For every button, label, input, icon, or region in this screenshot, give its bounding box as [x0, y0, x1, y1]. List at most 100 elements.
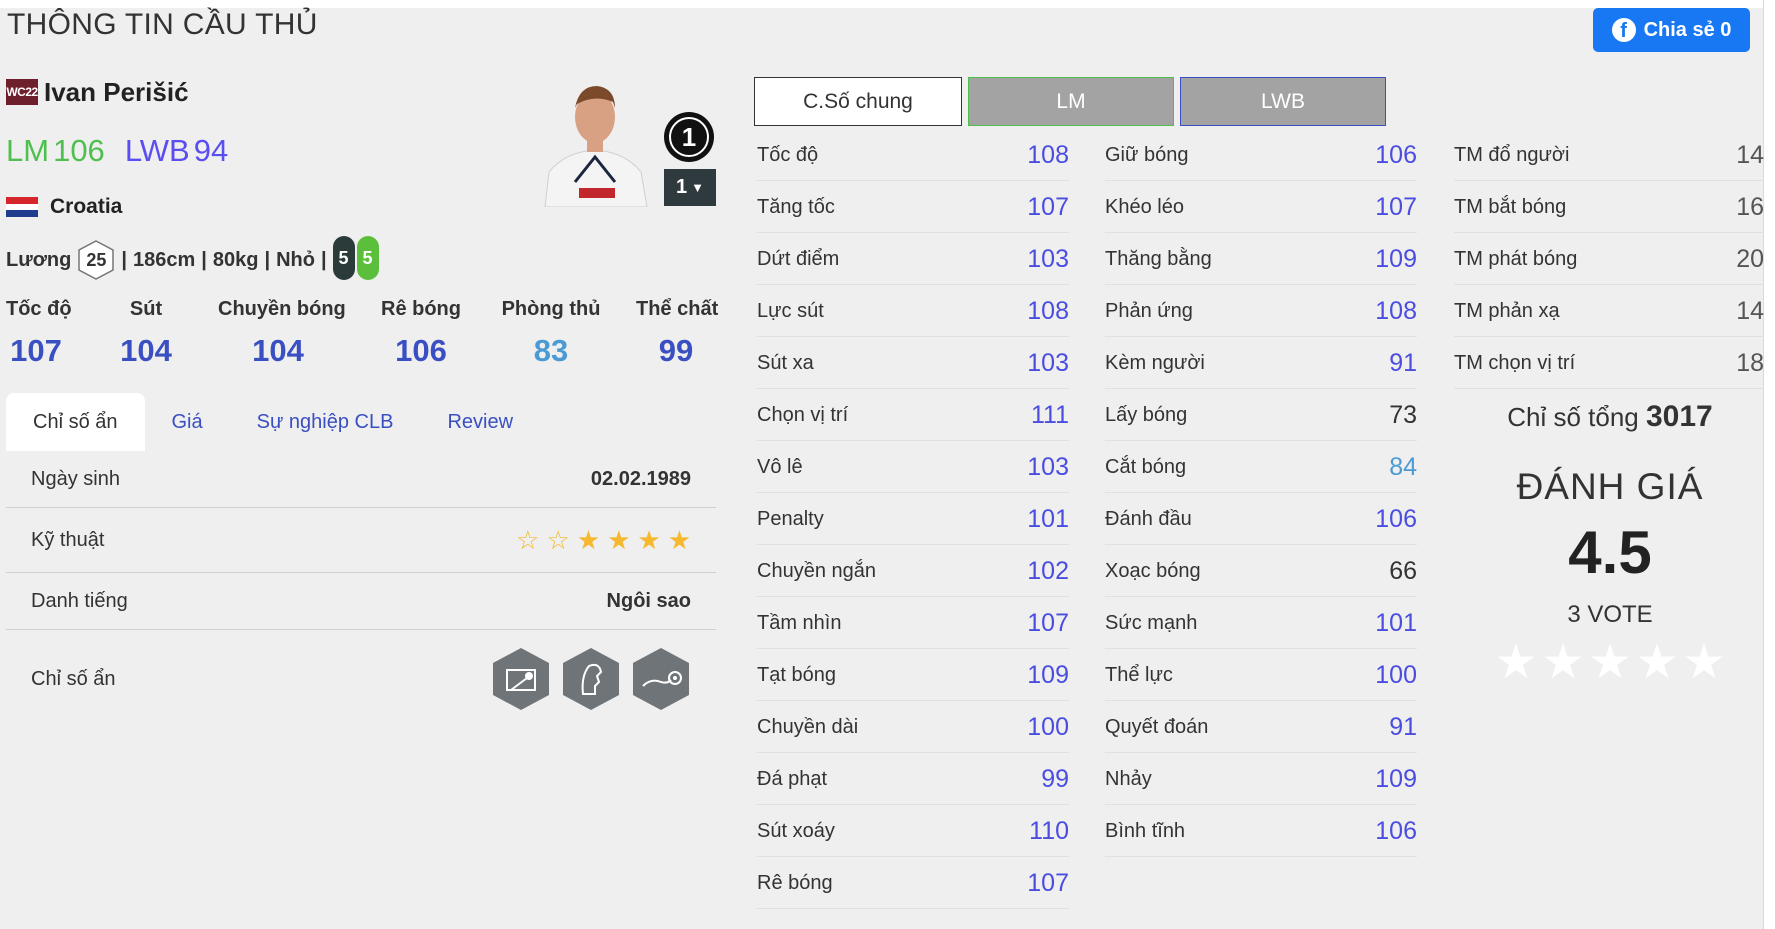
- info-row-hidden: Chỉ số ẩn: [6, 630, 716, 728]
- stat-label: Thể lực: [1105, 663, 1173, 686]
- stat-value: 100: [1027, 712, 1069, 741]
- stat-row: Sút xa 103: [757, 338, 1069, 389]
- tab-lm[interactable]: LM: [968, 77, 1174, 126]
- stat-row: TM đổ người 14: [1454, 130, 1764, 181]
- info-row-skill: Kỹ thuật ☆ ☆ ★ ★ ★ ★: [6, 508, 716, 573]
- stat-label: Lấy bóng: [1105, 403, 1188, 426]
- tab-price[interactable]: Giá: [145, 393, 230, 451]
- stat-value: 107: [1027, 868, 1069, 897]
- star-outline-icon: ☆: [546, 525, 570, 555]
- facebook-icon: f: [1611, 18, 1636, 42]
- stat-value: 108: [1027, 140, 1069, 169]
- stat-row: Penalty 101: [757, 494, 1069, 545]
- main-stat: Phòng thủ 83: [501, 298, 601, 368]
- stat-row: Tốc độ 108: [757, 130, 1069, 181]
- stat-label: Vô lê: [757, 455, 803, 478]
- info-panel: Ngày sinh 02.02.1989 Kỹ thuật ☆ ☆ ★ ★ ★ …: [6, 451, 716, 728]
- stat-value: 99: [1041, 764, 1069, 793]
- stat-value: 73: [1389, 400, 1417, 429]
- stat-label: Kèm người: [1105, 351, 1205, 374]
- stat-value: 101: [1027, 504, 1069, 533]
- tab-lwb[interactable]: LWB: [1180, 77, 1386, 126]
- stat-row: Chuyền ngắn 102: [757, 546, 1069, 597]
- foot-icon: 5 5: [332, 236, 381, 284]
- stat-label: Khéo léo: [1105, 195, 1184, 218]
- star-icon: ★: [1588, 636, 1632, 689]
- stat-label: Giữ bóng: [1105, 143, 1189, 166]
- position-lm: LM 106: [6, 133, 105, 168]
- nation-name: Croatia: [50, 195, 123, 218]
- tab-general-stats[interactable]: C.Số chung: [754, 77, 962, 126]
- info-row-birth: Ngày sinh 02.02.1989: [6, 451, 716, 508]
- stat-label: Cắt bóng: [1105, 455, 1187, 478]
- share-button[interactable]: f Chia sẻ 0: [1593, 8, 1750, 52]
- stat-label: Sút xa: [757, 351, 814, 374]
- stat-label: Bình tĩnh: [1105, 819, 1186, 842]
- stat-value: 91: [1389, 348, 1417, 377]
- stat-row: TM bắt bóng 16: [1454, 182, 1764, 233]
- stat-row: Chọn vị trí 111: [757, 390, 1069, 441]
- star-filled-icon: ★: [637, 525, 661, 555]
- player-weight: 80kg: [212, 248, 259, 271]
- tab-club-career[interactable]: Sự nghiệp CLB: [230, 393, 421, 451]
- croatia-flag-icon: [6, 197, 38, 218]
- main-stat: Tốc độ 107: [6, 298, 72, 368]
- stat-value: 106: [1375, 504, 1417, 533]
- info-tabs: Chỉ số ẩn Giá Sự nghiệp CLB Review: [6, 393, 540, 453]
- stats-column-3: TM đổ người 14 TM bắt bóng 16 TM phát bóng 20…: [1454, 130, 1764, 390]
- player-height: 186cm: [132, 248, 196, 271]
- stat-label: TM đổ người: [1454, 143, 1570, 166]
- upgrade-level-dropdown[interactable]: 1 ▼: [664, 169, 716, 206]
- rating-summary: Chỉ số tổng 3017 ĐÁNH GIÁ 4.5 3 VOTE ★ ★…: [1455, 400, 1765, 687]
- stat-row: Lực sút 108: [757, 286, 1069, 337]
- star-outline-icon: ☆: [516, 525, 540, 555]
- stat-row: Dứt điểm 103: [757, 234, 1069, 285]
- stat-label: Đánh đầu: [1105, 507, 1192, 530]
- stat-row: Giữ bóng 106: [1105, 130, 1417, 181]
- stat-value: 66: [1389, 556, 1417, 585]
- stat-label: Xoạc bóng: [1105, 559, 1201, 582]
- stat-row: Khéo léo 107: [1105, 182, 1417, 233]
- dribble-trait-icon[interactable]: [631, 646, 691, 712]
- rating-stars[interactable]: ★ ★ ★ ★ ★: [1455, 639, 1765, 687]
- stat-value: 100: [1375, 660, 1417, 689]
- stat-value: 16: [1736, 192, 1764, 221]
- stat-label: Sức mạnh: [1105, 611, 1198, 634]
- right-foot: 5: [356, 236, 379, 280]
- player-name: Ivan Perišić: [44, 77, 189, 107]
- stat-label: TM phát bóng: [1454, 247, 1578, 270]
- stat-row: Phản ứng 108: [1105, 286, 1417, 337]
- stat-label: Thăng bằng: [1105, 247, 1212, 270]
- goal-trait-icon[interactable]: [491, 646, 551, 712]
- stat-value: 109: [1375, 764, 1417, 793]
- stat-label: Đá phạt: [757, 767, 828, 790]
- main-stat: Rê bóng 106: [381, 298, 461, 368]
- separator: |: [201, 248, 207, 271]
- stat-row: TM phản xạ 14: [1454, 286, 1764, 337]
- share-label: Chia sẻ 0: [1643, 18, 1732, 41]
- star-filled-icon: ★: [607, 525, 631, 555]
- stat-value: 103: [1027, 452, 1069, 481]
- leader-trait-icon[interactable]: [561, 646, 621, 712]
- salary-label: Lương: [6, 248, 72, 271]
- stat-label: Phản ứng: [1105, 299, 1193, 322]
- stat-value: 109: [1375, 244, 1417, 273]
- stat-value: 107: [1027, 192, 1069, 221]
- stats-column-2: Giữ bóng 106 Khéo léo 107 Thăng bằng 109 Phản …: [1105, 130, 1417, 858]
- stat-label: Chuyền ngắn: [757, 559, 876, 582]
- main-stat: Chuyền bóng 104: [218, 298, 346, 368]
- salary-badge: 25: [77, 239, 115, 281]
- separator: |: [320, 248, 327, 271]
- tab-review[interactable]: Review: [420, 393, 540, 451]
- stat-row: Quyết đoán 91: [1105, 702, 1417, 753]
- stat-value: 84: [1389, 452, 1417, 481]
- page-title: THÔNG TIN CẦU THỦ: [7, 8, 318, 41]
- stat-row: Cắt bóng 84: [1105, 442, 1417, 493]
- nation: Croatia: [6, 195, 122, 219]
- hidden-traits: [491, 646, 691, 712]
- stat-row: Bình tĩnh 106: [1105, 806, 1417, 857]
- stat-value: 14: [1736, 296, 1764, 325]
- tab-hidden-stats[interactable]: Chỉ số ẩn: [6, 393, 145, 451]
- position-lwb: LWB 94: [124, 133, 229, 168]
- skill-stars: ☆ ☆ ★ ★ ★ ★: [516, 527, 691, 553]
